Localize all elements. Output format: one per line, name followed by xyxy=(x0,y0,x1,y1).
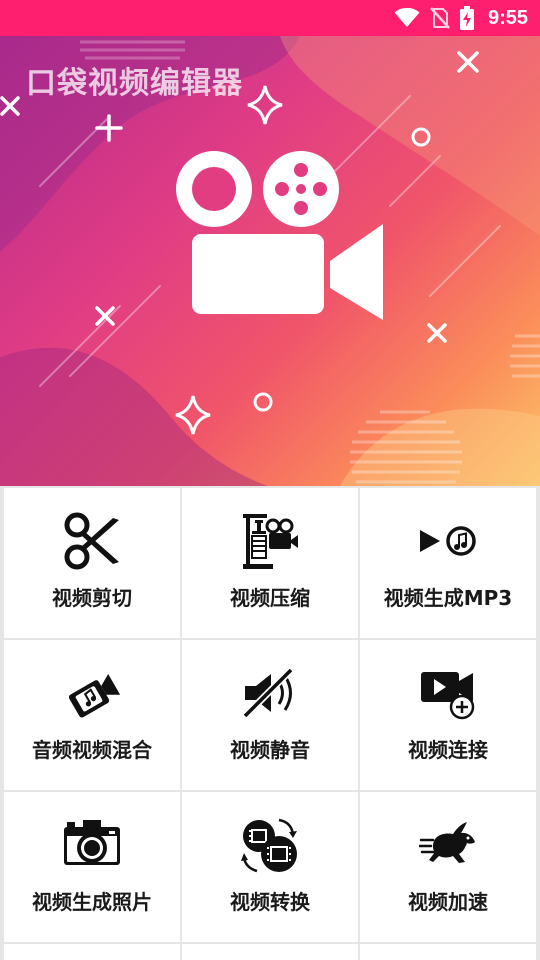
tool-video-mute[interactable]: 视频静音 xyxy=(182,640,358,790)
tool-label: 视频生成照片 xyxy=(32,890,152,914)
rabbit-speed-icon xyxy=(419,822,475,863)
app-title: 口袋视频编辑器 xyxy=(26,66,243,101)
tool-audio-video-mix[interactable]: 音频视频混合 xyxy=(4,640,180,790)
tool-video-cut[interactable]: 视频剪切 xyxy=(4,488,180,638)
tool-row4-cell-3[interactable] xyxy=(360,944,536,960)
wifi-icon xyxy=(394,8,420,27)
tool-label: 视频连接 xyxy=(408,738,488,762)
tool-label: 视频加速 xyxy=(408,890,488,914)
no-sim-icon xyxy=(430,7,450,29)
tool-label: 视频转换 xyxy=(230,890,310,914)
video-camera-icon xyxy=(176,151,383,320)
tool-video-to-photo[interactable]: 视频生成照片 xyxy=(4,792,180,942)
film-convert-icon xyxy=(241,818,297,873)
scissors-icon xyxy=(64,512,119,570)
banner-background xyxy=(0,36,540,486)
tool-label: 音频视频混合 xyxy=(32,738,152,762)
tools-grid: 视频剪切 视频压缩 视频生成MP3 音频视频混合 视频静音 视频连接 视频生成照… xyxy=(0,486,540,960)
compress-clamp-icon xyxy=(243,514,298,569)
tool-label: 视频生成MP3 xyxy=(383,586,513,610)
camera-icon xyxy=(64,820,120,865)
tool-label: 视频压缩 xyxy=(230,586,310,610)
tool-video-compress[interactable]: 视频压缩 xyxy=(182,488,358,638)
tool-row4-cell-1[interactable] xyxy=(4,944,180,960)
tool-video-to-mp3[interactable]: 视频生成MP3 xyxy=(360,488,536,638)
banner: 口袋视频编辑器 xyxy=(0,36,540,486)
tool-video-join[interactable]: 视频连接 xyxy=(360,640,536,790)
tool-row4-cell-2[interactable] xyxy=(182,944,358,960)
tool-label: 视频剪切 xyxy=(52,586,132,610)
tool-video-convert[interactable]: 视频转换 xyxy=(182,792,358,942)
mute-icon xyxy=(242,667,294,719)
video-music-tag-icon xyxy=(68,673,121,718)
battery-charging-icon xyxy=(459,6,474,30)
status-time: 9:55 xyxy=(487,6,528,29)
play-music-icon xyxy=(420,526,476,556)
tool-label: 视频静音 xyxy=(230,738,310,762)
status-bar: 9:55 xyxy=(0,0,540,36)
tool-video-speed[interactable]: 视频加速 xyxy=(360,792,536,942)
video-add-icon xyxy=(421,672,475,720)
